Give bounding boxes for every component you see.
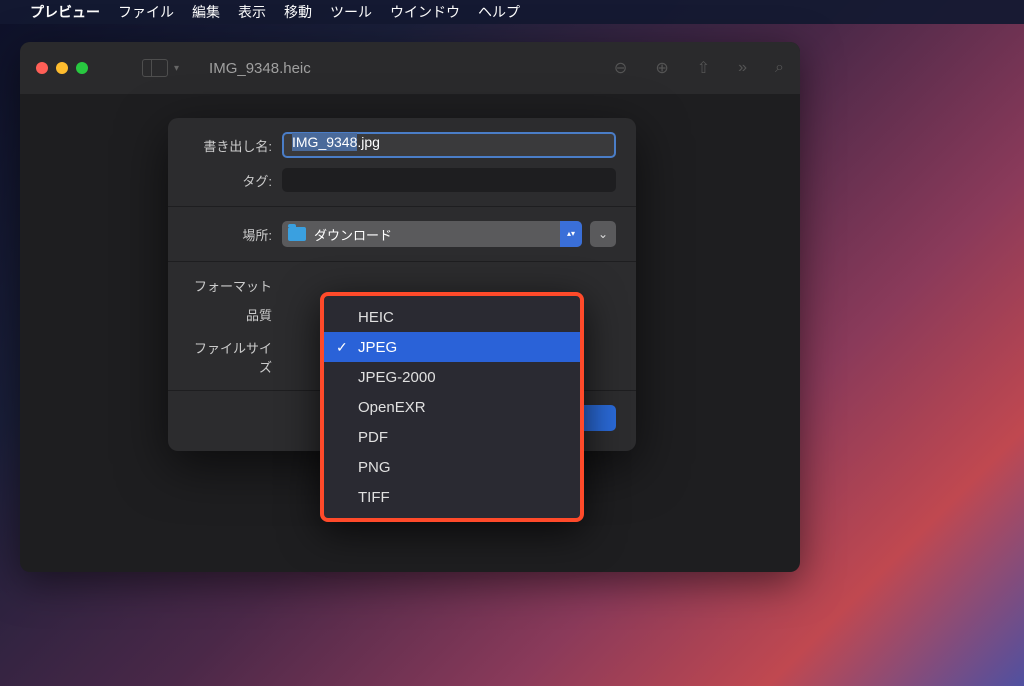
menubar-file[interactable]: ファイル <box>118 2 174 22</box>
minimize-button[interactable] <box>56 62 68 74</box>
format-option-jpeg2000[interactable]: JPEG-2000 <box>324 362 580 392</box>
expand-button[interactable]: ⌄ <box>590 221 616 247</box>
folder-icon <box>288 227 306 241</box>
zoom-in-icon[interactable]: ⊕ <box>655 58 668 78</box>
more-icon[interactable]: » <box>738 59 747 77</box>
menubar-go[interactable]: 移動 <box>284 2 312 22</box>
filesize-label: ファイルサイズ <box>188 338 282 376</box>
chevron-down-icon[interactable]: ▾ <box>174 63 179 74</box>
updown-icon: ▴▾ <box>560 221 582 247</box>
check-icon: ✓ <box>336 339 348 356</box>
menubar-edit[interactable]: 編集 <box>192 2 220 22</box>
close-button[interactable] <box>36 62 48 74</box>
menubar-view[interactable]: 表示 <box>238 2 266 22</box>
traffic-lights <box>36 62 88 74</box>
tags-label: タグ: <box>188 171 282 190</box>
share-icon[interactable]: ⇧ <box>697 58 710 78</box>
export-name-input[interactable]: IMG_9348.jpg <box>282 132 616 158</box>
menubar-window[interactable]: ウインドウ <box>390 2 460 22</box>
format-option-jpeg[interactable]: ✓ JPEG <box>324 332 580 362</box>
export-name-label: 書き出し名: <box>188 136 282 155</box>
format-option-heic[interactable]: HEIC <box>324 302 580 332</box>
format-dropdown: HEIC ✓ JPEG JPEG-2000 OpenEXR PDF PNG TI… <box>320 292 584 522</box>
menubar-help[interactable]: ヘルプ <box>478 2 520 22</box>
menubar: プレビュー ファイル 編集 表示 移動 ツール ウインドウ ヘルプ <box>0 0 1024 24</box>
location-label: 場所: <box>188 225 282 244</box>
format-option-pdf[interactable]: PDF <box>324 422 580 452</box>
menubar-app[interactable]: プレビュー <box>30 2 100 22</box>
zoom-out-icon[interactable]: ⊖ <box>614 58 627 78</box>
format-option-openexr[interactable]: OpenEXR <box>324 392 580 422</box>
titlebar: ▾ IMG_9348.heic ⊖ ⊕ ⇧ » ⌕ <box>20 42 800 94</box>
format-label: フォーマット <box>188 276 282 295</box>
menubar-tools[interactable]: ツール <box>330 2 372 22</box>
format-option-png[interactable]: PNG <box>324 452 580 482</box>
fullscreen-button[interactable] <box>76 62 88 74</box>
window-title: IMG_9348.heic <box>209 60 311 77</box>
tags-input[interactable] <box>282 168 616 192</box>
sidebar-toggle-icon[interactable] <box>142 59 168 77</box>
location-value: ダウンロード <box>314 225 392 244</box>
format-option-tiff[interactable]: TIFF <box>324 482 580 512</box>
quality-label: 品質 <box>188 305 282 324</box>
location-select[interactable]: ダウンロード ▴▾ <box>282 221 582 247</box>
search-icon[interactable]: ⌕ <box>775 59 784 77</box>
